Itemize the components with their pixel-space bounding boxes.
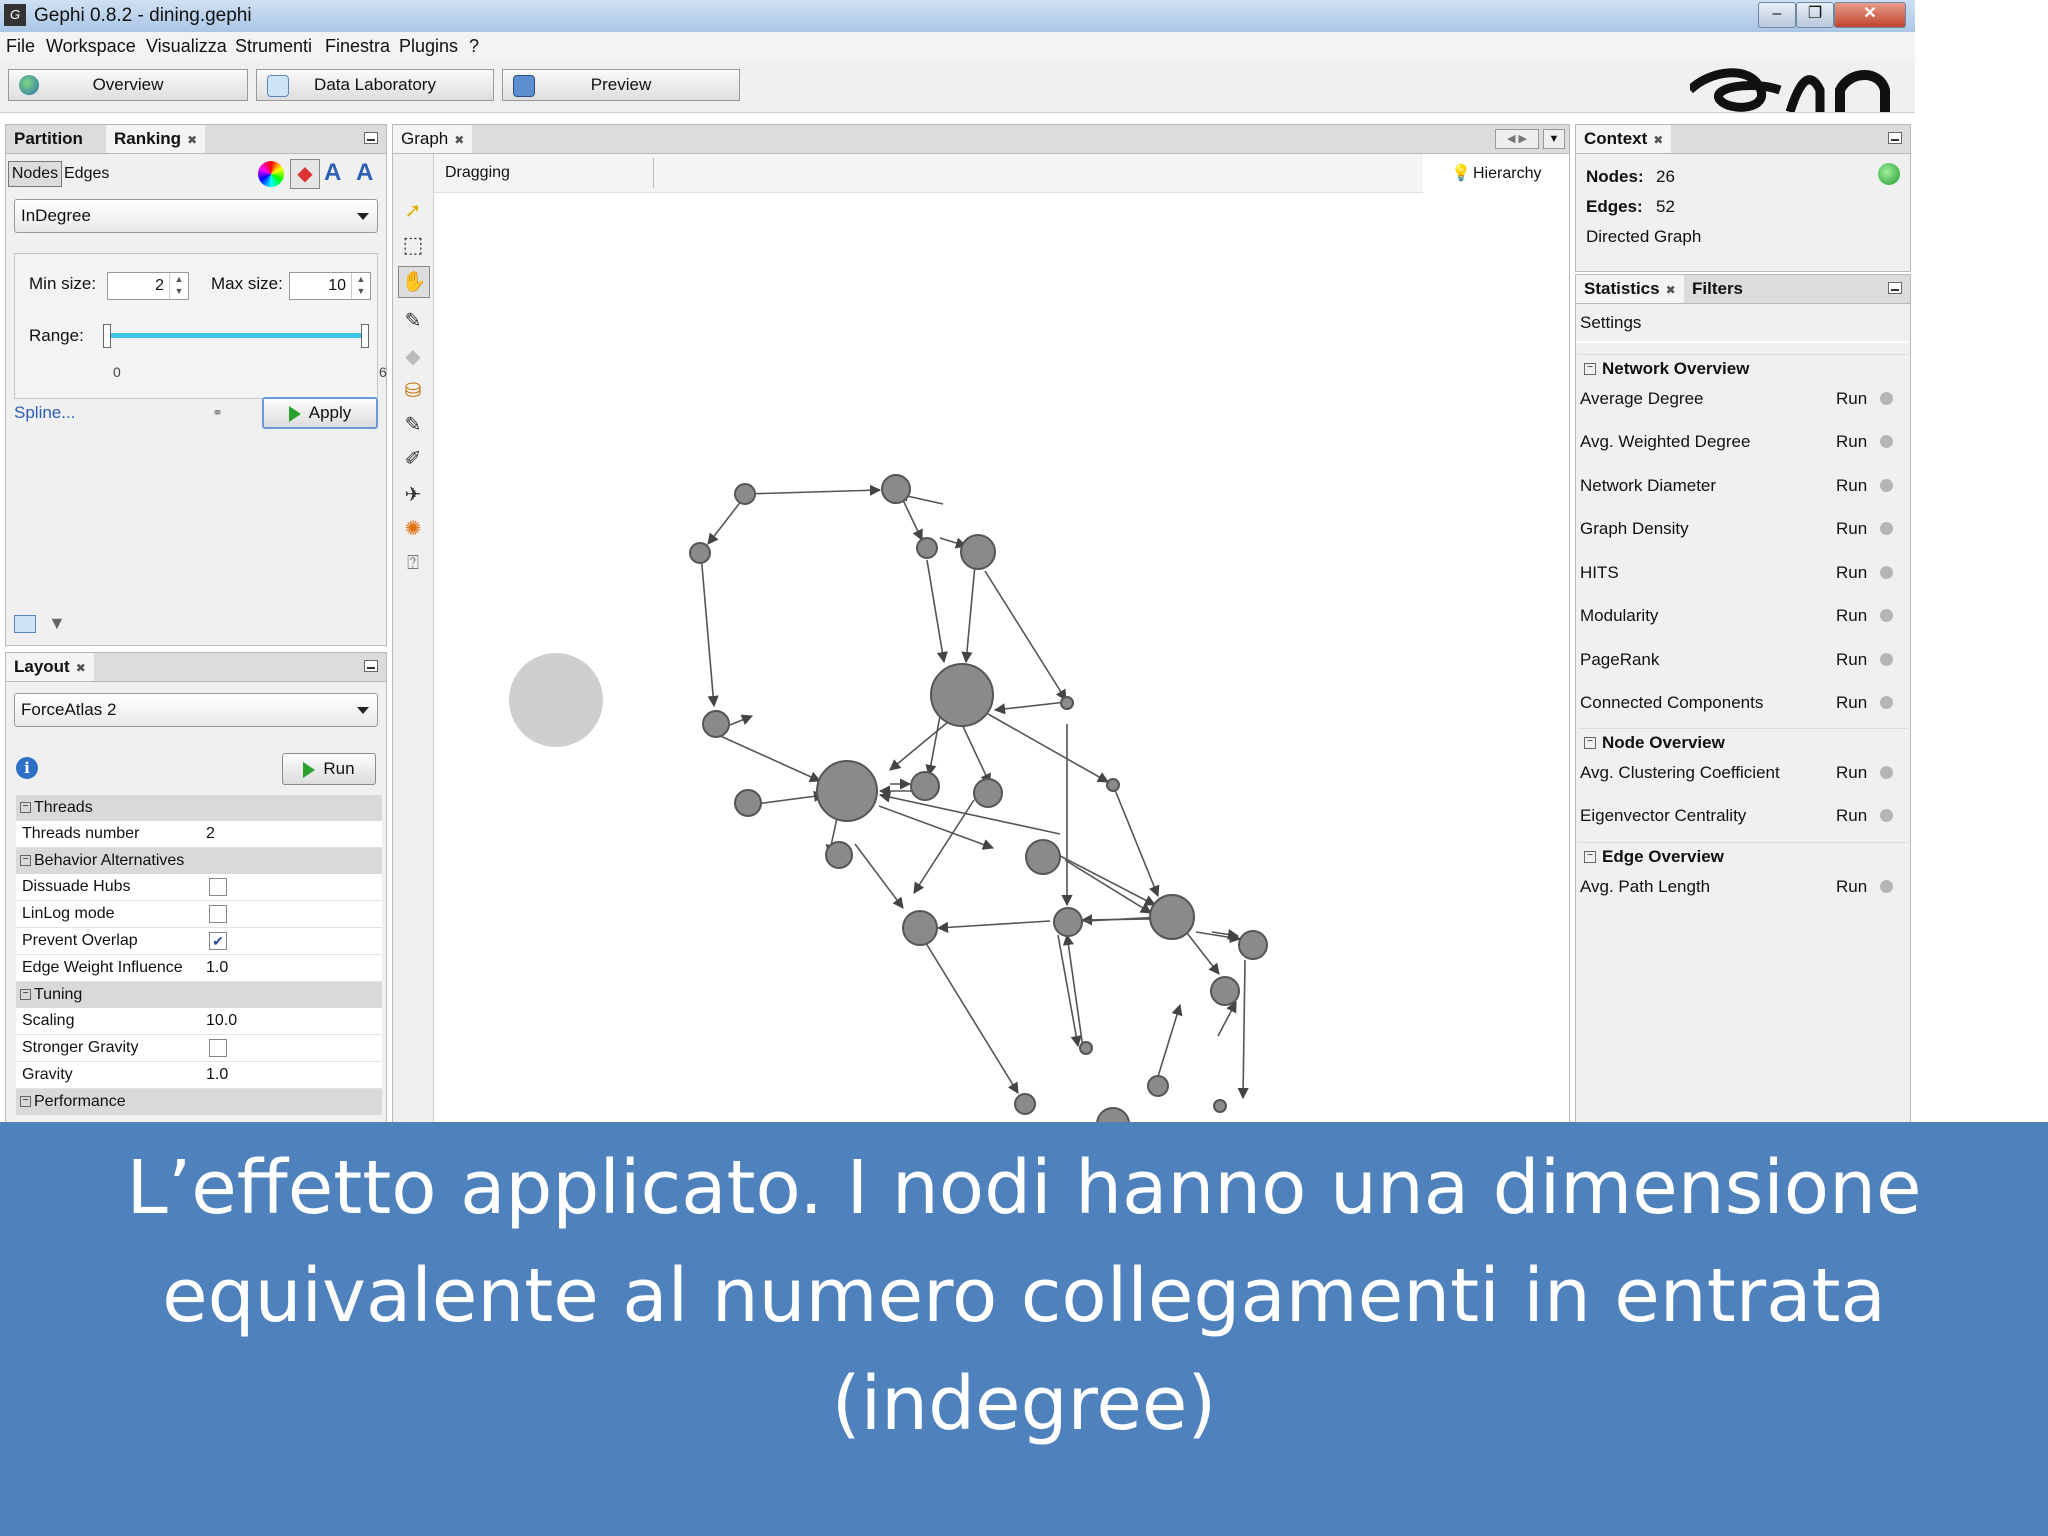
stat-label: PageRank [1580, 650, 1660, 669]
section-edge-overview[interactable]: − Edge Overview [1578, 842, 1908, 871]
collapse-icon[interactable]: − [1584, 363, 1596, 375]
graph-nodes[interactable] [689, 474, 1268, 1141]
section-node-overview[interactable]: − Node Overview [1578, 728, 1908, 757]
edges-count: 52 [1656, 197, 1675, 216]
stat-label: HITS [1580, 563, 1619, 582]
nodes-count: 26 [1656, 167, 1675, 186]
info-dot-icon[interactable] [1880, 566, 1893, 579]
settings-divider [1576, 341, 1910, 343]
close-tab-icon[interactable]: ✖ [1666, 283, 1676, 297]
info-dot-icon[interactable] [1880, 880, 1893, 893]
stat-label: Avg. Clustering Coefficient [1580, 763, 1780, 782]
tab-statistics[interactable]: Statistics ✖ [1576, 275, 1684, 303]
run-button[interactable]: Run [1836, 693, 1867, 713]
stat-row: Avg. Weighted Degree Run [1578, 423, 1908, 463]
tab-context[interactable]: Context ✖ [1576, 125, 1672, 153]
stat-label: Connected Components [1580, 693, 1764, 712]
run-button[interactable]: Run [1836, 389, 1867, 409]
refresh-icon[interactable] [1878, 163, 1900, 185]
graph-type-label: Directed Graph [1586, 227, 1702, 246]
info-dot-icon[interactable] [1880, 479, 1893, 492]
stat-row: Avg. Clustering Coefficient Run [1578, 754, 1908, 794]
stat-label: Graph Density [1580, 519, 1689, 538]
caption-line-1: L’effetto applicato. I nodi hanno una di… [126, 1145, 1922, 1231]
statistics-tabbar: Statistics ✖ Filters [1576, 275, 1910, 304]
nodes-label: Nodes: [1586, 167, 1644, 186]
run-button[interactable]: Run [1836, 606, 1867, 626]
tab-statistics-label: Statistics [1584, 279, 1660, 298]
stat-label: Network Diameter [1580, 476, 1717, 495]
run-button[interactable]: Run [1836, 563, 1867, 583]
info-dot-icon[interactable] [1880, 392, 1893, 405]
context-panel: Context ✖ Nodes: 26 Edges: 52 Directed Gr… [1575, 124, 1911, 272]
run-button[interactable]: Run [1836, 763, 1867, 783]
caption-line-3: (indegree) [831, 1361, 1217, 1447]
info-dot-icon[interactable] [1880, 435, 1893, 448]
tab-context-label: Context [1584, 129, 1648, 148]
info-dot-icon[interactable] [1880, 653, 1893, 666]
stat-row: Modularity Run [1578, 597, 1908, 637]
run-button[interactable]: Run [1836, 806, 1867, 826]
drag-cursor-circle [509, 653, 603, 747]
info-dot-icon[interactable] [1880, 522, 1893, 535]
stat-row: HITS Run [1578, 554, 1908, 594]
collapse-icon[interactable]: − [1584, 851, 1596, 863]
run-button[interactable]: Run [1836, 476, 1867, 496]
info-dot-icon[interactable] [1880, 609, 1893, 622]
tab-filters-label: Filters [1692, 279, 1744, 298]
stat-label: Eigenvector Centrality [1580, 806, 1747, 825]
run-button[interactable]: Run [1836, 877, 1867, 897]
stat-label: Avg. Weighted Degree [1580, 432, 1751, 451]
collapse-icon[interactable]: − [1584, 737, 1596, 749]
stat-row: Avg. Path Length Run [1578, 868, 1908, 908]
section-label: Network Overview [1602, 359, 1750, 378]
section-label: Node Overview [1602, 733, 1725, 752]
minimize-panel-icon[interactable] [1888, 132, 1902, 144]
section-label: Edge Overview [1602, 847, 1724, 866]
run-button[interactable]: Run [1836, 650, 1867, 670]
info-dot-icon[interactable] [1880, 766, 1893, 779]
caption-line-2: equivalente al numero collegamenti in en… [162, 1253, 1886, 1339]
stat-label: Average Degree [1580, 389, 1704, 408]
info-dot-icon[interactable] [1880, 696, 1893, 709]
stat-row: PageRank Run [1578, 641, 1908, 681]
tab-filters[interactable]: Filters [1684, 275, 1751, 303]
close-tab-icon[interactable]: ✖ [1653, 133, 1663, 147]
edges-label: Edges: [1586, 197, 1643, 216]
settings-link[interactable]: Settings [1580, 313, 1641, 333]
stat-row: Average Degree Run [1578, 380, 1908, 420]
stat-row: Graph Density Run [1578, 510, 1908, 550]
caption-banner: L’effetto applicato. I nodi hanno una di… [0, 1122, 2048, 1536]
stat-row: Connected Components Run [1578, 684, 1908, 724]
run-button[interactable]: Run [1836, 519, 1867, 539]
minimize-panel-icon[interactable] [1888, 282, 1902, 294]
stat-label: Modularity [1580, 606, 1659, 625]
stat-row: Network Diameter Run [1578, 467, 1908, 507]
info-dot-icon[interactable] [1880, 809, 1893, 822]
context-tabbar: Context ✖ [1576, 125, 1910, 154]
stat-label: Avg. Path Length [1580, 877, 1711, 896]
section-network-overview[interactable]: − Network Overview [1578, 354, 1908, 383]
run-button[interactable]: Run [1836, 432, 1867, 452]
stat-row: Eigenvector Centrality Run [1578, 797, 1908, 837]
